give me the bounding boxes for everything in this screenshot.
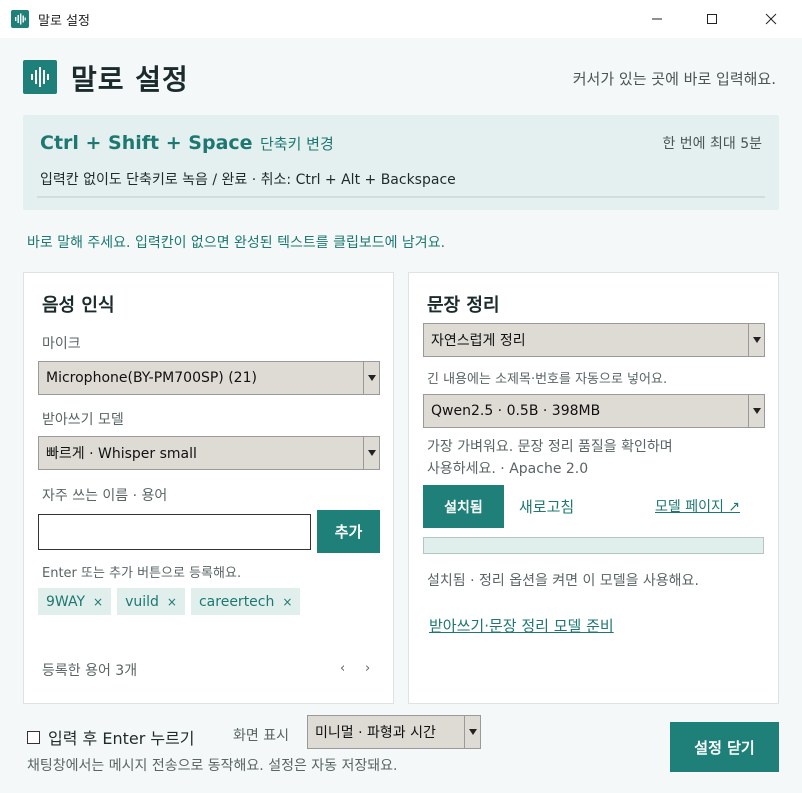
chevron-down-icon (748, 324, 764, 356)
footer-note: 채팅창에서는 메시지 전송으로 동작해요. 설정은 자동 저장돼요. (27, 758, 398, 774)
waveform-icon (23, 60, 57, 94)
prepare-models-link[interactable]: 받아쓰기·문장 정리 모델 준비 (429, 615, 614, 636)
remove-chip-icon[interactable]: × (167, 595, 177, 609)
cleanup-model-description-1: 가장 가벼워요. 문장 정리 품질을 확인하며 (427, 439, 673, 455)
window-title: 말로 설정 (38, 13, 90, 29)
sentence-cleanup-panel: 문장 정리 자연스럽게 정리 긴 내용에는 소제목·번호를 자동으로 넣어요. … (408, 272, 779, 704)
transcription-model-select[interactable]: 빠르게 · Whisper small (38, 436, 380, 470)
minimize-button[interactable] (634, 0, 680, 38)
mic-select-value: Microphone(BY-PM700SP) (21) (46, 370, 257, 386)
display-mode-label: 화면 표시 (233, 728, 289, 744)
close-settings-button[interactable]: 설정 닫기 (670, 722, 779, 772)
enter-after-input-checkbox[interactable]: 입력 후 Enter 누르기 (27, 725, 195, 749)
terms-label: 자주 쓰는 이름 · 용어 (42, 488, 168, 504)
cleanup-model-value: Qwen2.5 · 0.5B · 398MB (431, 403, 601, 419)
maximize-button[interactable] (689, 0, 735, 38)
terms-count: 등록한 용어 3개 (42, 663, 138, 679)
mic-label: 마이크 (42, 336, 81, 352)
term-chip: careertech × (190, 588, 301, 615)
close-window-button[interactable] (748, 0, 794, 38)
chevron-down-icon (748, 395, 764, 427)
recording-limit: 한 번에 최대 5분 (662, 136, 762, 152)
transcription-model-value: 빠르게 · Whisper small (46, 446, 197, 462)
speech-recognition-panel: 음성 인식 마이크 Microphone(BY-PM700SP) (21) 받아… (23, 272, 394, 704)
page-title: 말로 설정 (71, 63, 189, 96)
divider (37, 196, 765, 198)
refresh-button[interactable]: 새로고침 (519, 496, 574, 517)
panel-title-speech: 음성 인식 (42, 295, 115, 316)
display-mode-select[interactable]: 미니멀 · 파형과 시간 (307, 715, 481, 749)
download-progress-bar (423, 537, 764, 554)
change-shortcut-link[interactable]: 단축키 변경 (260, 133, 334, 154)
shortcut-section: Ctrl + Shift + Space 단축키 변경 한 번에 최대 5분 입… (23, 115, 779, 210)
minimize-icon (652, 18, 662, 20)
terms-input[interactable] (38, 514, 311, 550)
header-hint: 커서가 있는 곳에 바로 입력해요. (572, 70, 776, 88)
settings-main: 말로 설정 커서가 있는 곳에 바로 입력해요. Ctrl + Shift + … (0, 38, 802, 793)
display-mode-value: 미니멀 · 파형과 시간 (315, 725, 436, 741)
next-page-button[interactable]: › (365, 661, 370, 676)
prev-page-button[interactable]: ‹ (340, 661, 345, 676)
app-waveform-icon (11, 10, 29, 28)
terms-hint: Enter 또는 추가 버튼으로 등록해요. (42, 566, 242, 581)
installed-button[interactable]: 설치됨 (423, 485, 504, 528)
term-chip: vuild × (117, 588, 185, 615)
transcription-model-label: 받아쓰기 모델 (42, 412, 124, 428)
add-term-button[interactable]: 추가 (317, 510, 380, 553)
mic-select[interactable]: Microphone(BY-PM700SP) (21) (38, 361, 380, 395)
term-chip: 9WAY × (38, 588, 112, 615)
enter-after-input-label: 입력 후 Enter 누르기 (48, 729, 195, 748)
cleanup-model-description-2: 사용하세요. · Apache 2.0 (427, 461, 589, 477)
chevron-down-icon (363, 437, 379, 469)
info-message: 바로 말해 주세요. 입력칸이 없으면 완성된 텍스트를 클립보드에 남겨요. (27, 235, 446, 251)
term-chip-label: 9WAY (46, 593, 86, 610)
chevron-down-icon (464, 716, 480, 748)
close-icon (765, 13, 777, 25)
maximize-icon (707, 14, 717, 24)
remove-chip-icon[interactable]: × (93, 595, 103, 609)
model-status: 설치됨 · 정리 옵션을 켜면 이 모델을 사용해요. (427, 573, 699, 589)
window-titlebar: 말로 설정 (0, 0, 802, 38)
chevron-down-icon (363, 362, 379, 394)
model-page-link[interactable]: 모델 페이지 ↗ (655, 496, 740, 516)
terms-chip-list: 9WAY × vuild × careertech × (38, 588, 301, 615)
cleanup-mode-value: 자연스럽게 정리 (431, 333, 526, 349)
shortcut-combo: Ctrl + Shift + Space (40, 132, 253, 154)
remove-chip-icon[interactable]: × (282, 595, 292, 609)
shortcut-description: 입력칸 없이도 단축키로 녹음 / 완료 · 취소: Ctrl + Alt + … (40, 172, 456, 188)
panel-title-sentence: 문장 정리 (427, 295, 500, 316)
cleanup-model-select[interactable]: Qwen2.5 · 0.5B · 398MB (423, 394, 765, 428)
term-chip-label: vuild (125, 593, 159, 610)
checkbox-box[interactable] (27, 730, 40, 744)
cleanup-mode-hint: 긴 내용에는 소제목·번호를 자동으로 넣어요. (427, 372, 668, 387)
cleanup-mode-select[interactable]: 자연스럽게 정리 (423, 323, 765, 357)
term-chip-label: careertech (198, 593, 275, 610)
